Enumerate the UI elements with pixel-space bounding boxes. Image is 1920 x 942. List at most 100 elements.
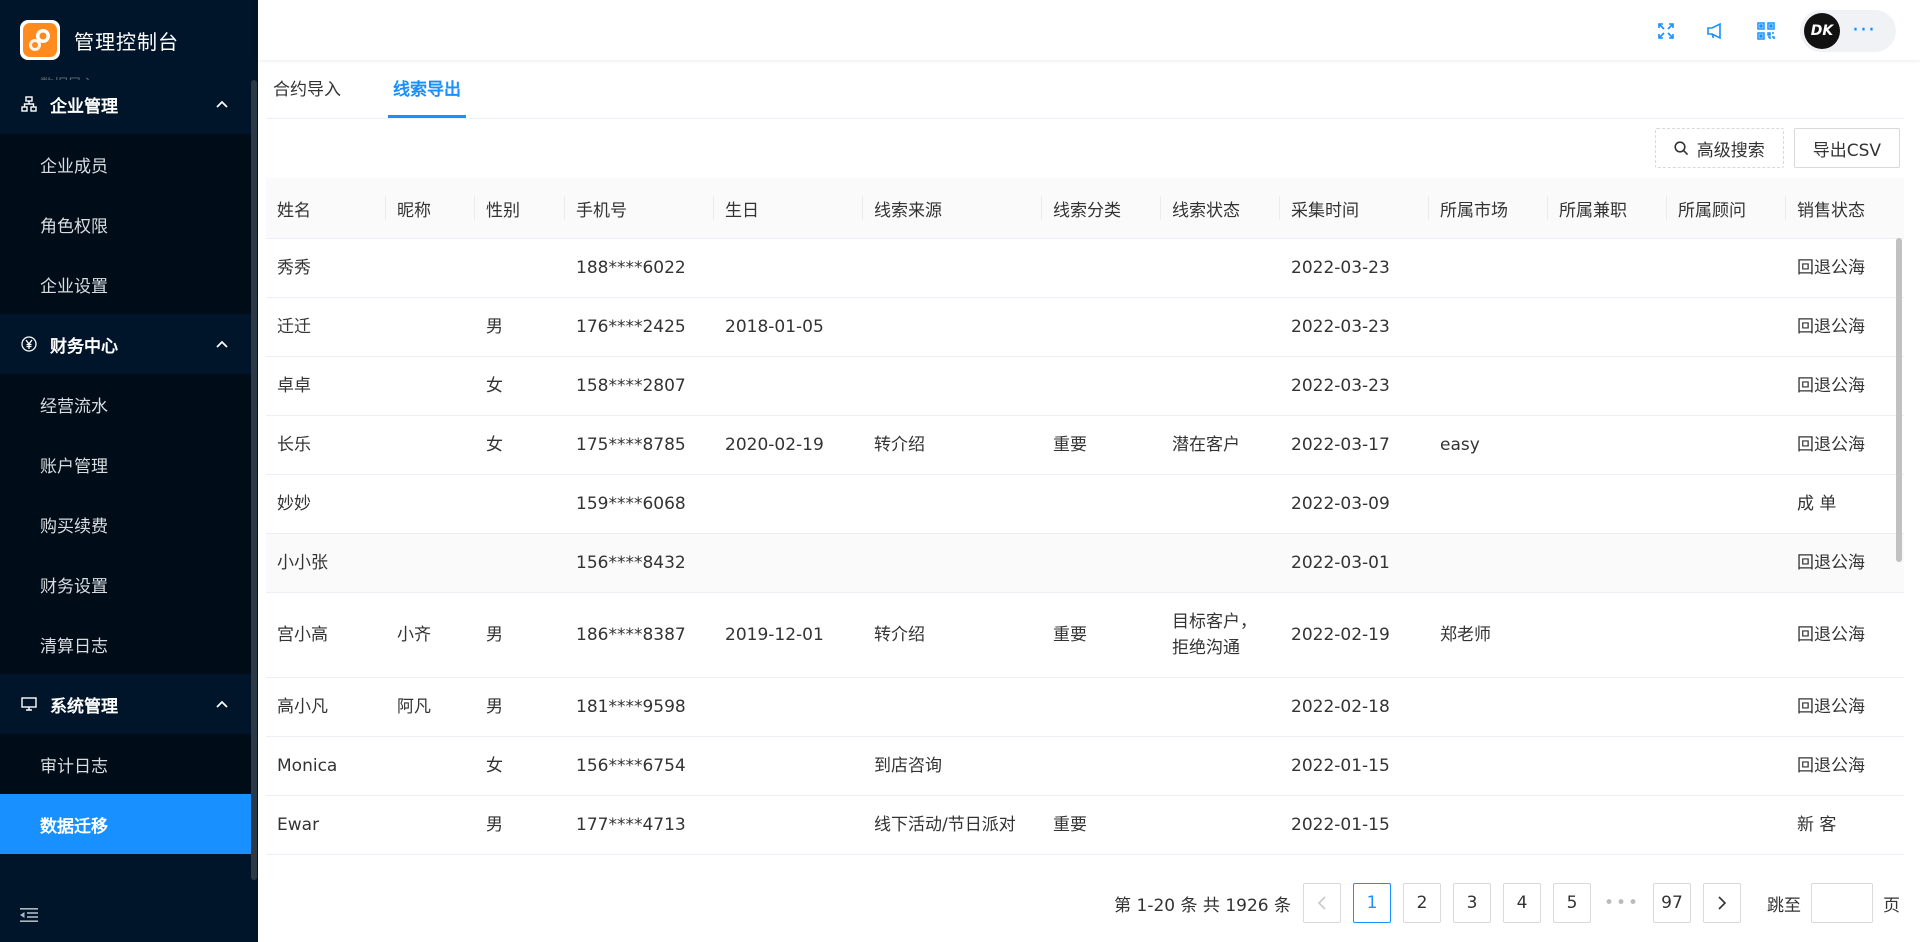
pagination-ellipsis[interactable]: ••• — [1603, 893, 1641, 913]
column-header[interactable]: 所属市场 — [1429, 178, 1548, 239]
table-row[interactable]: 高小凡 阿凡男 181****9598 2022-02-18 回退公海 — [266, 677, 1904, 737]
table-cell — [1161, 795, 1280, 855]
table-cell — [1429, 297, 1548, 357]
search-icon — [1674, 140, 1688, 155]
column-header[interactable]: 线索来源 — [863, 178, 1042, 239]
page-button[interactable]: 1 — [1353, 883, 1391, 923]
table-cell: 186****8387 — [565, 592, 714, 678]
column-header-label: 线索分类 — [1053, 200, 1121, 221]
column-header[interactable]: 线索分类 — [1042, 178, 1161, 239]
table-cell — [475, 533, 565, 593]
table-row[interactable]: Monica 女 156****6754 到店咨询 2022-01-15 回退公海 — [266, 736, 1904, 796]
sidebar-item[interactable]: 企业设置 — [0, 254, 252, 314]
sidebar-item[interactable]: 角色权限 — [0, 194, 252, 254]
column-header[interactable]: 线索状态 — [1161, 178, 1280, 239]
table-cell: 小齐 — [386, 592, 475, 678]
table-cell — [714, 474, 863, 534]
fullscreen-button[interactable] — [1646, 11, 1686, 51]
qrcode-button[interactable] — [1746, 11, 1786, 51]
table-cell — [1429, 533, 1548, 593]
page-button[interactable]: 3 — [1453, 883, 1491, 923]
table-cell — [1042, 677, 1161, 737]
column-header[interactable]: 手机号 — [565, 178, 714, 239]
table-cell — [863, 533, 1042, 593]
table-cell: 156****6754 — [565, 736, 714, 796]
column-header[interactable]: 昵称 — [386, 178, 475, 239]
sidebar-item[interactable]: 数据迁移 — [0, 794, 252, 854]
table-cell: 回退公海 — [1786, 592, 1904, 678]
table-cell — [1548, 356, 1667, 416]
advanced-search-button[interactable]: 高级搜索 — [1654, 128, 1784, 168]
sidebar-group-0[interactable]: 企业管理 — [0, 74, 252, 134]
table-row[interactable]: 秀秀 188****6022 2022-03-23 回退公海 — [266, 238, 1904, 298]
table-cell: 回退公海 — [1786, 677, 1904, 737]
chevron-left-icon — [1317, 896, 1326, 910]
table-row[interactable]: 长乐 女 175****8785 2020-02-19 转介绍 重要 潜在客户 2022-03… — [266, 415, 1904, 475]
next-page-button[interactable] — [1703, 883, 1741, 923]
prev-page-button[interactable] — [1303, 883, 1341, 923]
sidebar-group-label: 企业管理 — [50, 96, 118, 117]
export-csv-button[interactable]: 导出CSV — [1793, 128, 1900, 168]
table-cell: 回退公海 — [1786, 736, 1904, 796]
sidebar-item[interactable]: 清算日志 — [0, 614, 252, 674]
column-header-label: 线索状态 — [1172, 200, 1240, 221]
table-cell — [1667, 592, 1786, 678]
table-row[interactable]: 迁迁 男 176****2425 2018-01-05 2022-03-23 回退公海 — [266, 297, 1904, 357]
table-cell: 女 — [475, 736, 565, 796]
table-cell — [1161, 533, 1280, 593]
column-header[interactable]: 性别 — [475, 178, 565, 239]
sidebar-group-1[interactable]: 财务中心 — [0, 314, 252, 374]
app-title: 管理控制台 — [74, 29, 179, 54]
table-cell — [863, 356, 1042, 416]
column-header[interactable]: 销售状态 — [1786, 178, 1904, 239]
collapse-menu-button[interactable] — [0, 888, 258, 942]
column-header[interactable]: 所属顾问 — [1667, 178, 1786, 239]
column-header-label: 姓名 — [277, 200, 311, 221]
column-header-label: 采集时间 — [1291, 200, 1359, 221]
table-cell: 秀秀 — [266, 238, 386, 298]
table-cell — [1161, 736, 1280, 796]
sidebar-item[interactable]: 账户管理 — [0, 434, 252, 494]
page-button[interactable]: 4 — [1503, 883, 1541, 923]
sidebar-item[interactable]: 财务设置 — [0, 554, 252, 614]
table-row[interactable]: 卓卓 女 158****2807 2022-03-23 回退公海 — [266, 356, 1904, 416]
page-button[interactable]: 2 — [1403, 883, 1441, 923]
tab-contract-import[interactable]: 合约导入 — [273, 62, 341, 118]
column-header[interactable]: 所属兼职 — [1548, 178, 1667, 239]
app-logo[interactable]: 管理控制台 — [0, 0, 258, 80]
table-cell — [1667, 533, 1786, 593]
table-cell: 176****2425 — [565, 297, 714, 357]
jump-page-input[interactable] — [1811, 883, 1873, 923]
sidebar-item[interactable]: 审计日志 — [0, 734, 252, 794]
column-header[interactable]: 姓名 — [266, 178, 386, 239]
column-header[interactable]: 生日 — [714, 178, 863, 239]
sidebar-item[interactable]: 企业成员 — [0, 134, 252, 194]
table-scrollbar[interactable] — [1896, 238, 1902, 562]
sidebar: 管理控制台 数据导入 企业管理企业成员角色权限企业设置财务中心经营流水账户管理购… — [0, 0, 258, 942]
user-menu[interactable]: DK ··· — [1800, 10, 1896, 52]
column-header[interactable]: 采集时间 — [1280, 178, 1429, 239]
sidebar-scrollbar[interactable] — [251, 80, 257, 880]
table-cell: 男 — [475, 297, 565, 357]
page-button[interactable]: 5 — [1553, 883, 1591, 923]
sidebar-group-2[interactable]: 系统管理 — [0, 674, 252, 734]
table-cell — [1667, 795, 1786, 855]
notification-button[interactable] — [1696, 11, 1736, 51]
tab-lead-export[interactable]: 线索导出 — [388, 62, 466, 118]
table-row[interactable]: Ewar 男 177****4713 线下活动/节日派对 重要 2022-01-15 新 客 — [266, 795, 1904, 855]
table-cell — [1548, 736, 1667, 796]
table-cell: 卓卓 — [266, 356, 386, 416]
table-cell: 重要 — [1042, 415, 1161, 475]
table-cell: 成 单 — [1786, 474, 1904, 534]
table-row[interactable]: 妙妙 159****6068 2022-03-09 成 单 — [266, 474, 1904, 534]
sidebar-item[interactable]: 购买续费 — [0, 494, 252, 554]
table-row[interactable]: 小小张 156****8432 2022-03-01 回退公海 — [266, 533, 1904, 593]
table-cell: 2022-03-23 — [1280, 297, 1429, 357]
table-cell — [1429, 736, 1548, 796]
page-button-last[interactable]: 97 — [1653, 883, 1691, 923]
table-cell: 男 — [475, 592, 565, 678]
sidebar-item[interactable]: 经营流水 — [0, 374, 252, 434]
chevron-up-icon — [216, 97, 228, 112]
advanced-search-label: 高级搜索 — [1696, 140, 1765, 161]
table-row[interactable]: 宫小高 小齐男 186****8387 2019-12-01 转介绍 重要 目标客户，拒绝沟… — [266, 592, 1904, 678]
